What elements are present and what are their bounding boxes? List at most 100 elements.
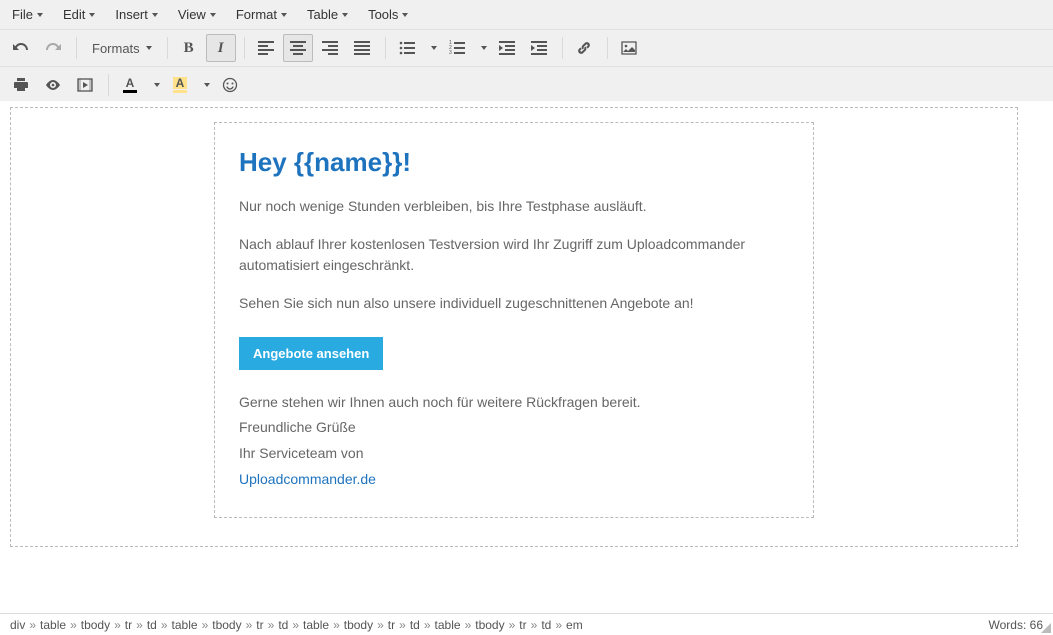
email-paragraph[interactable]: Ihr Serviceteam von <box>239 443 789 465</box>
path-segment[interactable]: tbody <box>344 618 373 632</box>
caret-icon <box>146 46 152 50</box>
menu-view-label: View <box>178 7 206 22</box>
toolbar-row-1: Formats B I 123 <box>0 30 1053 67</box>
image-button[interactable] <box>614 34 644 62</box>
bullet-list-icon <box>399 40 415 56</box>
separator <box>167 37 168 59</box>
caret-icon <box>89 13 95 17</box>
path-segment[interactable]: td <box>278 618 288 632</box>
path-segment[interactable]: tbody <box>212 618 241 632</box>
italic-button[interactable]: I <box>206 34 236 62</box>
caret-icon <box>281 13 287 17</box>
email-paragraph[interactable]: Sehen Sie sich nun also unsere individue… <box>239 293 789 315</box>
outdent-button[interactable] <box>492 34 522 62</box>
text-color-more[interactable] <box>147 71 163 99</box>
print-button[interactable] <box>6 71 36 99</box>
bg-color-more[interactable] <box>197 71 213 99</box>
email-paragraph[interactable]: Nach ablauf Ihrer kostenlosen Testversio… <box>239 234 789 277</box>
path-segment[interactable]: td <box>410 618 420 632</box>
numbered-list-button[interactable]: 123 <box>442 34 472 62</box>
indent-button[interactable] <box>524 34 554 62</box>
caret-icon <box>431 46 437 50</box>
word-count-label: Words: <box>989 618 1027 632</box>
numbered-list-more[interactable] <box>474 34 490 62</box>
editor-scroll[interactable]: Hey {{name}}! Nur noch wenige Stunden ve… <box>0 101 1053 613</box>
align-center-icon <box>290 40 306 56</box>
path-separator: » <box>70 618 77 632</box>
align-justify-button[interactable] <box>347 34 377 62</box>
bold-button[interactable]: B <box>174 34 204 62</box>
path-segment[interactable]: table <box>172 618 198 632</box>
separator <box>76 37 77 59</box>
menu-insert[interactable]: Insert <box>109 3 164 26</box>
menu-format[interactable]: Format <box>230 3 293 26</box>
inner-table[interactable]: Hey {{name}}! Nur noch wenige Stunden ve… <box>214 122 814 518</box>
email-content-cell[interactable]: Hey {{name}}! Nur noch wenige Stunden ve… <box>217 125 811 515</box>
media-button[interactable] <box>70 71 100 99</box>
path-segment[interactable]: table <box>40 618 66 632</box>
path-separator: » <box>29 618 36 632</box>
path-separator: » <box>555 618 562 632</box>
redo-button[interactable] <box>38 34 68 62</box>
preview-button[interactable] <box>38 71 68 99</box>
editor-canvas[interactable]: Hey {{name}}! Nur noch wenige Stunden ve… <box>0 101 1053 587</box>
word-count[interactable]: Words: 66 <box>989 618 1044 632</box>
email-paragraph[interactable]: Freundliche Grüße <box>239 417 789 439</box>
path-separator: » <box>333 618 340 632</box>
path-segment[interactable]: table <box>303 618 329 632</box>
path-segment[interactable]: em <box>566 618 583 632</box>
formats-dropdown[interactable]: Formats <box>83 36 161 61</box>
bullet-list-button[interactable] <box>392 34 422 62</box>
align-right-button[interactable] <box>315 34 345 62</box>
email-paragraph[interactable]: Nur noch wenige Stunden verbleiben, bis … <box>239 196 789 218</box>
menu-file[interactable]: File <box>6 3 49 26</box>
path-separator: » <box>531 618 538 632</box>
bg-color-button[interactable]: A <box>165 71 195 99</box>
path-separator: » <box>114 618 121 632</box>
align-left-icon <box>258 40 274 56</box>
numbered-list-icon: 123 <box>449 40 465 56</box>
italic-icon: I <box>218 40 224 57</box>
emoji-button[interactable] <box>215 71 245 99</box>
link-icon <box>576 40 592 56</box>
menu-table-label: Table <box>307 7 338 22</box>
path-segment[interactable]: tr <box>256 618 263 632</box>
path-segment[interactable]: div <box>10 618 25 632</box>
path-separator: » <box>292 618 299 632</box>
path-segment[interactable]: tr <box>519 618 526 632</box>
path-segment[interactable]: tbody <box>475 618 504 632</box>
align-center-button[interactable] <box>283 34 313 62</box>
path-separator: » <box>465 618 472 632</box>
resize-handle[interactable] <box>1041 623 1051 633</box>
menu-insert-label: Insert <box>115 7 148 22</box>
element-path[interactable]: div»table»tbody»tr»td»table»tbody»tr»td»… <box>10 618 583 632</box>
path-segment[interactable]: td <box>541 618 551 632</box>
undo-button[interactable] <box>6 34 36 62</box>
menu-table[interactable]: Table <box>301 3 354 26</box>
caret-icon <box>481 46 487 50</box>
undo-icon <box>13 40 29 56</box>
bullet-list-more[interactable] <box>424 34 440 62</box>
separator <box>562 37 563 59</box>
text-color-button[interactable]: A <box>115 71 145 99</box>
path-segment[interactable]: tr <box>388 618 395 632</box>
link-button[interactable] <box>569 34 599 62</box>
email-paragraph[interactable]: Gerne stehen wir Ihnen auch noch für wei… <box>239 392 789 414</box>
cta-button[interactable]: Angebote ansehen <box>239 337 383 370</box>
menu-tools[interactable]: Tools <box>362 3 414 26</box>
path-segment[interactable]: tr <box>125 618 132 632</box>
menu-edit[interactable]: Edit <box>57 3 101 26</box>
email-heading[interactable]: Hey {{name}}! <box>239 147 789 178</box>
toolbar-row-2: A A <box>0 67 1053 104</box>
path-segment[interactable]: tbody <box>81 618 110 632</box>
menu-format-label: Format <box>236 7 277 22</box>
path-segment[interactable]: table <box>435 618 461 632</box>
align-left-button[interactable] <box>251 34 281 62</box>
outer-table[interactable]: Hey {{name}}! Nur noch wenige Stunden ve… <box>10 107 1018 547</box>
path-separator: » <box>161 618 168 632</box>
caret-icon <box>210 13 216 17</box>
menu-view[interactable]: View <box>172 3 222 26</box>
email-link[interactable]: Uploadcommander.de <box>239 471 789 487</box>
outdent-icon <box>499 40 515 56</box>
path-segment[interactable]: td <box>147 618 157 632</box>
